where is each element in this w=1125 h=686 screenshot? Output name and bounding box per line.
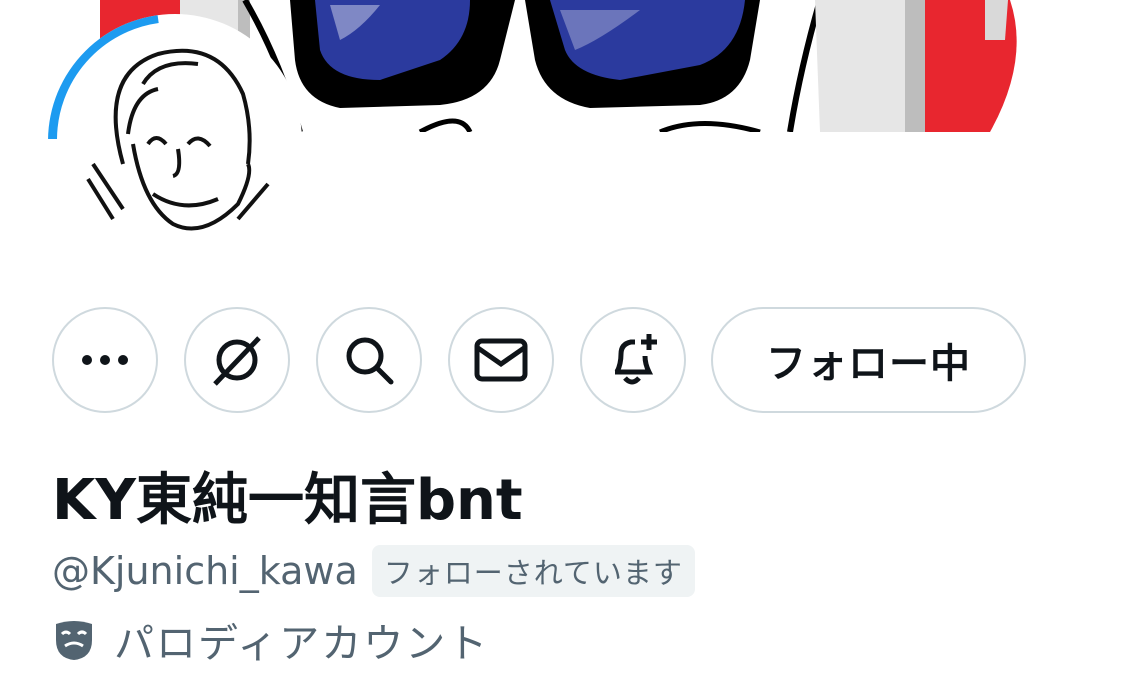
account-label: パロディアカウント — [114, 621, 490, 667]
account-label-row: パロディアカウント — [52, 612, 489, 668]
handle-row: @Kjunichi_kawa フォローされています — [52, 545, 695, 597]
more-button[interactable] — [52, 307, 158, 413]
more-icon — [82, 355, 128, 365]
message-button[interactable] — [448, 307, 554, 413]
handle: @Kjunichi_kawa — [52, 549, 358, 593]
bell-plus-icon — [614, 334, 657, 385]
search-button[interactable] — [316, 307, 422, 413]
profile-actions: フォロー中 — [0, 0, 1125, 420]
display-name: KY東純一知言bnt — [52, 468, 523, 533]
grok-button[interactable] — [184, 307, 290, 413]
notifications-button[interactable] — [580, 307, 686, 413]
search-icon — [346, 337, 394, 385]
following-button[interactable]: フォロー中 — [711, 307, 1026, 413]
envelope-icon — [474, 338, 528, 382]
parody-mask-icon — [56, 621, 92, 660]
grok-icon — [213, 336, 261, 386]
follows-you-badge: フォローされています — [371, 545, 695, 597]
